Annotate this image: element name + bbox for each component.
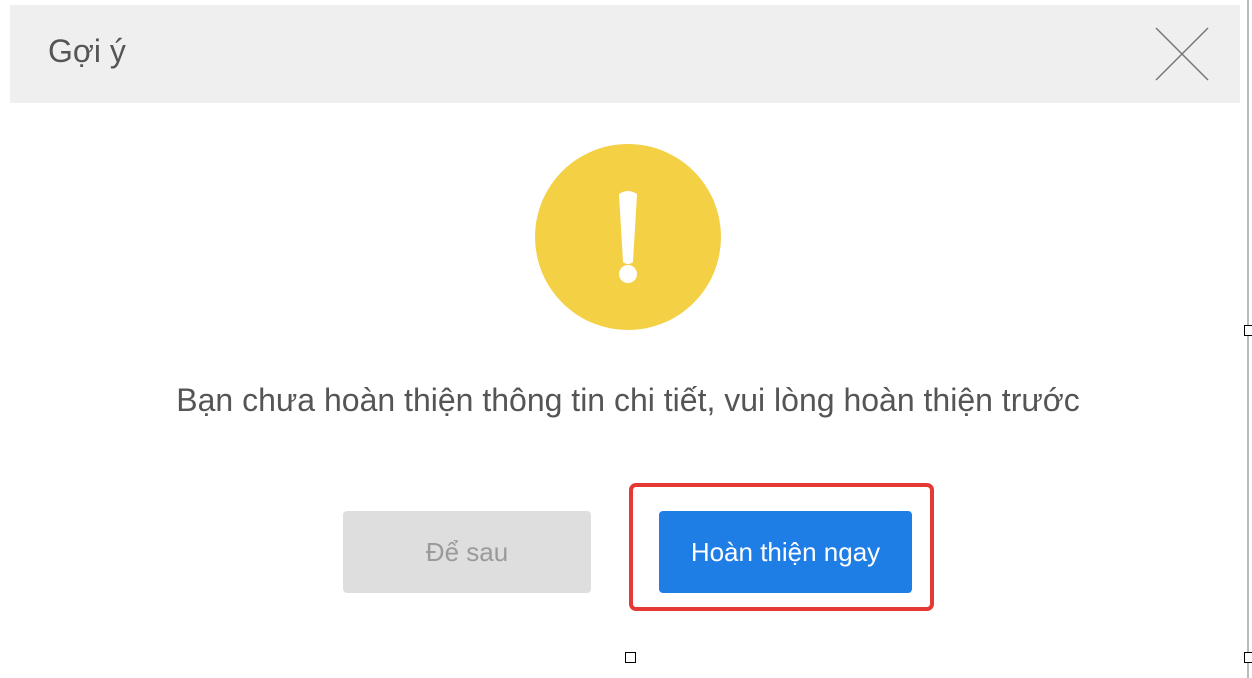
selection-handle[interactable] bbox=[1244, 652, 1252, 663]
complete-now-button[interactable]: Hoàn thiện ngay bbox=[659, 511, 912, 593]
close-icon bbox=[1155, 27, 1209, 81]
selection-handle[interactable] bbox=[625, 652, 636, 663]
exclamation-circle-icon bbox=[535, 144, 721, 330]
dialog-header: Gợi ý bbox=[10, 5, 1240, 103]
later-button[interactable]: Để sau bbox=[343, 511, 591, 593]
dialog-title: Gợi ý bbox=[48, 33, 126, 69]
window-edge bbox=[1247, 0, 1249, 678]
selection-handle[interactable] bbox=[1244, 325, 1252, 336]
dialog-message: Bạn chưa hoàn thiện thông tin chi tiết, … bbox=[176, 382, 1080, 418]
close-button[interactable] bbox=[1155, 27, 1209, 81]
